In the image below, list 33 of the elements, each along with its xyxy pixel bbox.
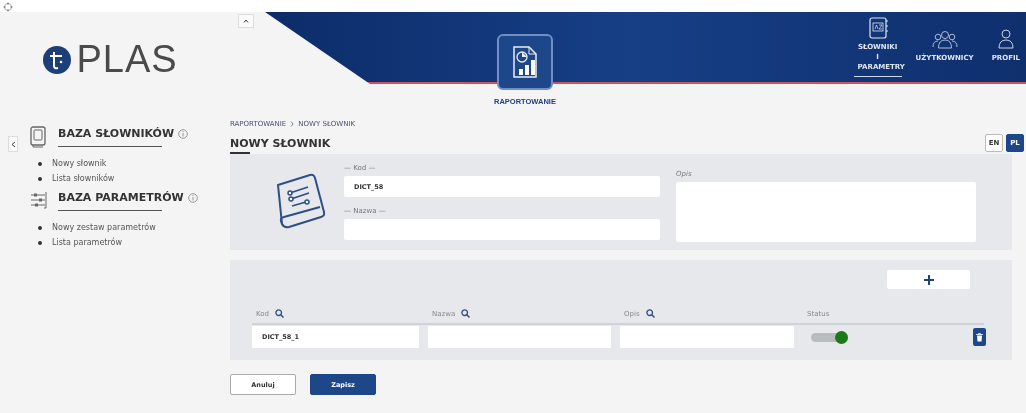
section-icon xyxy=(28,125,48,149)
logo-icon xyxy=(42,44,73,75)
plus-icon xyxy=(923,274,934,285)
chevron-up-icon xyxy=(243,19,249,23)
page-title: NOWY SŁOWNIK xyxy=(230,137,331,150)
bullet-icon xyxy=(38,225,42,230)
chevron-left-icon xyxy=(10,140,16,148)
bullet-icon xyxy=(38,240,42,245)
bullet-icon xyxy=(38,161,42,166)
description-field[interactable] xyxy=(676,182,976,242)
bullet-icon xyxy=(38,176,42,181)
name-field[interactable] xyxy=(344,219,660,240)
chevron-right-icon xyxy=(290,121,295,127)
info-icon xyxy=(178,128,189,139)
sidebar-link[interactable]: Lista parametrów xyxy=(52,238,122,247)
collapse-button[interactable] xyxy=(8,136,18,152)
move-icon xyxy=(3,2,13,12)
section-title: BAZA SŁOWNIKÓW xyxy=(58,127,175,140)
sidebar-link[interactable]: Nowy słownik xyxy=(52,159,107,168)
description-cell-field[interactable] xyxy=(620,326,794,348)
sidebar-link[interactable]: Lista słowników xyxy=(52,174,115,183)
search-icon[interactable] xyxy=(461,309,471,318)
status-toggle[interactable] xyxy=(811,330,848,344)
trash-icon xyxy=(976,332,983,342)
search-icon[interactable] xyxy=(645,309,655,318)
name-cell-field[interactable] xyxy=(428,326,611,348)
delete-button[interactable] xyxy=(973,328,986,346)
add-button[interactable] xyxy=(887,270,970,289)
sidebar-link[interactable]: Nowy zestaw parametrów xyxy=(52,223,156,232)
section-title: BAZA PARAMETRÓW xyxy=(58,191,184,204)
info-icon xyxy=(187,192,198,203)
search-icon[interactable] xyxy=(274,309,284,318)
logo-text: PLAS xyxy=(76,38,178,81)
